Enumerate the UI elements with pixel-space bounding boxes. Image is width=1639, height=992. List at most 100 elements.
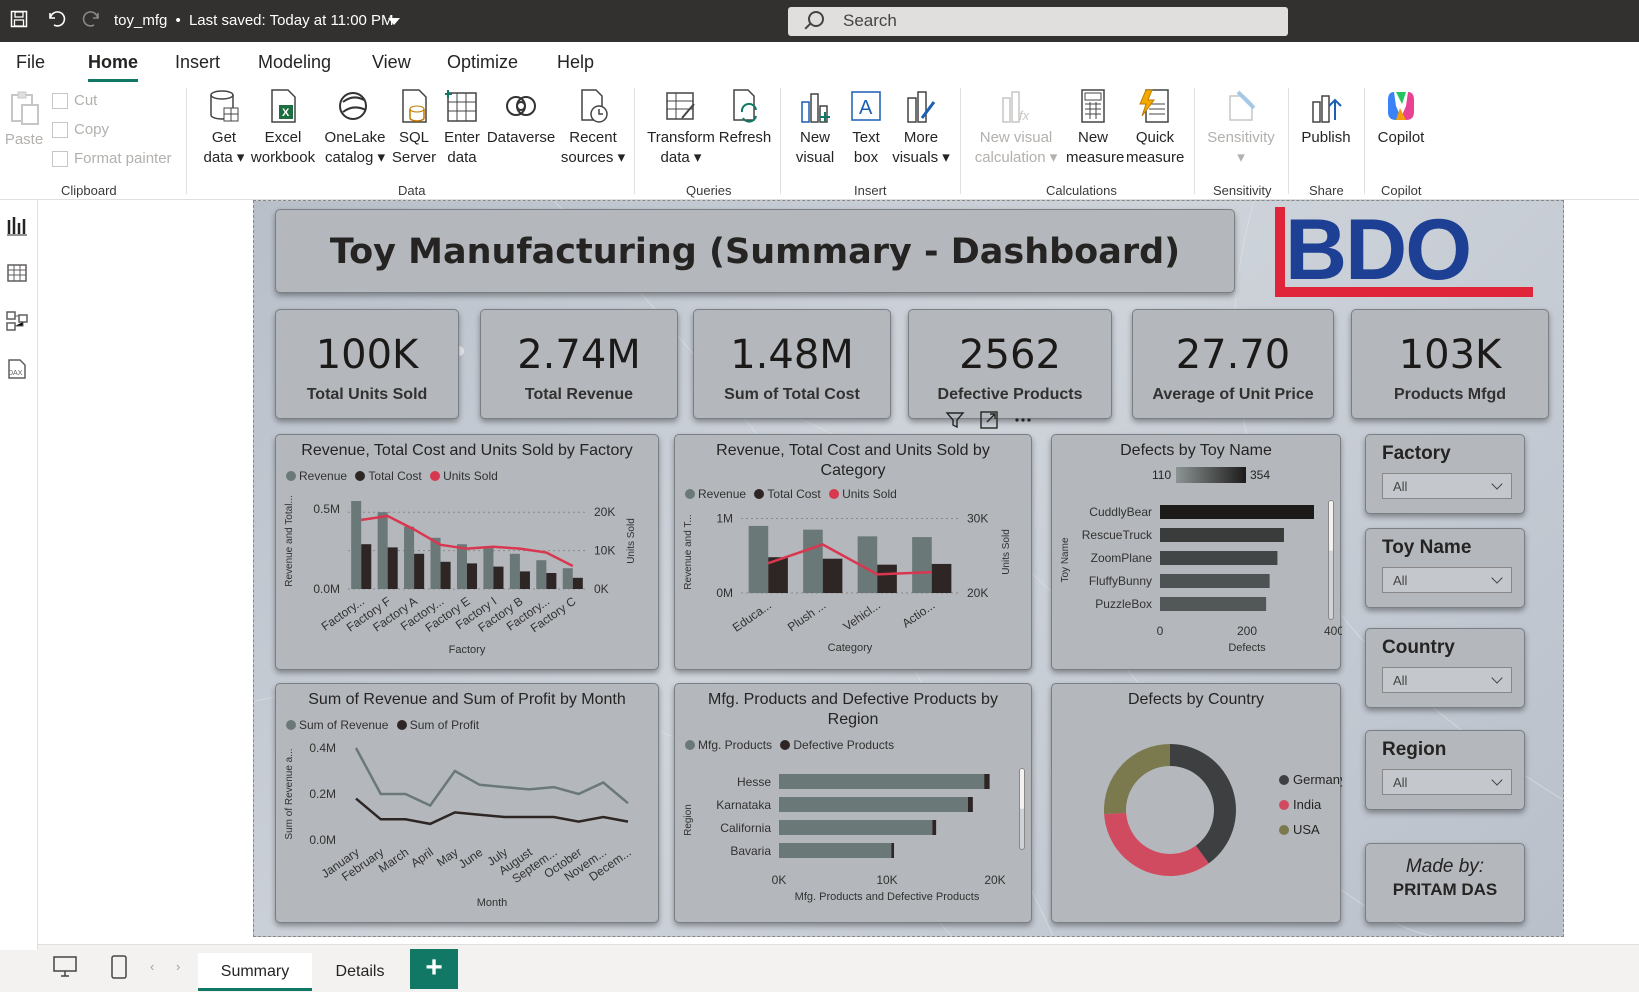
group-divider <box>960 88 961 194</box>
onelake-catalog-button[interactable]: OneLake catalog ▾ <box>322 88 388 168</box>
chart-by-factory[interactable]: Revenue, Total Cost and Units Sold by Fa… <box>275 434 659 670</box>
document-title[interactable]: toy_mfg • Last saved: Today at 11:00 PM <box>114 12 394 29</box>
dax-query-view-icon[interactable]: DAX <box>6 358 28 380</box>
revenue-bar <box>509 553 520 589</box>
table-view-icon[interactable] <box>6 262 28 284</box>
focus-mode-icon[interactable] <box>979 410 999 435</box>
new-visual-icon <box>798 88 832 124</box>
quick-measure-icon <box>1138 88 1172 124</box>
y-axis-title: Revenue and T... <box>683 514 694 589</box>
file-name: toy_mfg <box>114 12 168 29</box>
factory-dropdown[interactable]: All <box>1382 473 1512 499</box>
new-visual-calc-label-1: New visual <box>979 129 1053 146</box>
slicer-factory[interactable]: Factory All <box>1365 434 1525 514</box>
excel-workbook-button[interactable]: X Excel workbook <box>250 88 316 168</box>
x-tick-label: April <box>408 845 436 870</box>
desktop-layout-icon[interactable] <box>52 955 78 984</box>
mfg-products-bar <box>779 820 933 835</box>
search-box[interactable]: Search <box>788 7 1288 36</box>
slicer-region[interactable]: Region All <box>1365 730 1525 810</box>
publish-button[interactable]: Publish <box>1296 88 1356 148</box>
kpi-value: 1.48M <box>730 332 854 378</box>
cost-bar <box>440 561 451 589</box>
model-view-icon[interactable] <box>6 310 28 332</box>
filter-icon[interactable] <box>945 410 965 435</box>
chart-by-category[interactable]: Revenue, Total Cost and Units Sold by Ca… <box>674 434 1032 670</box>
sql-server-button[interactable]: SQL Server <box>390 88 438 168</box>
y-axis-title: Region <box>683 804 694 836</box>
transform-data-button[interactable]: Transform data ▾ <box>646 88 716 168</box>
kpi-label: Total Units Sold <box>306 386 428 403</box>
more-options-icon[interactable] <box>1013 410 1033 435</box>
paste-button: Paste <box>4 90 44 150</box>
mobile-layout-icon[interactable] <box>110 954 128 985</box>
sensitivity-icon <box>1224 88 1258 124</box>
enter-data-label-1: Enter <box>444 129 480 146</box>
get-data-button[interactable]: Get data ▾ <box>196 88 252 168</box>
tab-modeling[interactable]: Modeling <box>258 52 331 73</box>
profit-line <box>355 797 629 826</box>
kpi-defective-products: 2562 Defective Products <box>908 309 1112 419</box>
slicer-toy-name[interactable]: Toy Name All <box>1365 528 1525 608</box>
chart-by-region[interactable]: Mfg. Products and Defective Products by … <box>674 683 1032 923</box>
copilot-label: Copilot <box>1377 129 1425 146</box>
kpi-label: Products Mfgd <box>1394 386 1506 403</box>
made-by-label: Made by: <box>1405 856 1485 877</box>
x-tick-label: 400 <box>1324 624 1342 638</box>
tab-insert[interactable]: Insert <box>175 52 220 73</box>
text-box-button[interactable]: A Text box <box>844 88 888 168</box>
kpi-products-mfgd: 103K Products Mfgd <box>1351 309 1549 419</box>
tab-view[interactable]: View <box>372 52 411 73</box>
page-tab-details[interactable]: Details <box>312 953 408 991</box>
report-view-icon[interactable] <box>6 214 28 236</box>
dataverse-label: Dataverse <box>486 129 556 146</box>
region-dropdown[interactable]: All <box>1382 769 1512 795</box>
toy-name-dropdown[interactable]: All <box>1382 567 1512 593</box>
next-page-icon[interactable]: › <box>176 959 180 974</box>
slicer-country[interactable]: Country All <box>1365 628 1525 708</box>
recent-sources-icon <box>576 88 610 124</box>
enter-data-button[interactable]: Enter data <box>440 88 484 168</box>
tab-optimize[interactable]: Optimize <box>447 52 518 73</box>
slicer-title: Region <box>1382 739 1447 760</box>
x-axis-title: Defects <box>1228 642 1266 654</box>
y-tick-label: California <box>720 821 771 835</box>
onelake-icon <box>338 88 372 124</box>
title-dropdown-icon[interactable] <box>388 18 400 25</box>
cost-bar <box>467 563 478 589</box>
paste-icon <box>7 90 41 126</box>
refresh-button[interactable]: Refresh <box>716 88 774 148</box>
new-visual-button[interactable]: New visual <box>792 88 838 168</box>
y-axis-title: Sum of Revenue a... <box>284 748 295 839</box>
previous-page-icon[interactable]: ‹ <box>150 959 154 974</box>
excel-icon: X <box>266 88 300 124</box>
tab-home[interactable]: Home <box>88 52 139 82</box>
more-visuals-label-2: visuals <box>892 149 939 166</box>
copilot-button[interactable]: Copilot <box>1370 88 1432 148</box>
quick-measure-button[interactable]: Quick measure <box>1126 88 1184 168</box>
x-tick-label: 10K <box>876 873 897 887</box>
tab-file[interactable]: File <box>16 52 45 73</box>
mfg-products-bar <box>779 843 892 858</box>
country-dropdown[interactable]: All <box>1382 667 1512 693</box>
tab-help[interactable]: Help <box>557 52 594 73</box>
legend-label: Germany <box>1293 772 1342 787</box>
publish-icon <box>1309 88 1343 124</box>
add-page-button[interactable]: + <box>410 949 458 989</box>
group-divider <box>634 88 635 194</box>
undo-icon[interactable] <box>46 10 66 33</box>
new-measure-button[interactable]: New measure <box>1066 88 1124 168</box>
page-tab-summary[interactable]: Summary <box>198 953 312 991</box>
chart-defects-by-country[interactable]: Defects by Country Germany India USA <box>1051 683 1342 923</box>
more-visuals-button[interactable]: More visuals ▾ <box>890 88 952 168</box>
copy-label: Copy <box>74 121 110 138</box>
chart-defects-by-toy[interactable]: Defects by Toy Name 110 354 CuddlyBear Re… <box>1051 434 1342 670</box>
save-icon[interactable] <box>10 10 28 33</box>
recent-sources-button[interactable]: Recent sources ▾ <box>560 88 626 168</box>
chart-by-month[interactable]: Sum of Revenue and Sum of Profit by Mont… <box>275 683 659 923</box>
slicer-title: Toy Name <box>1382 537 1472 558</box>
revenue-bar <box>456 544 467 589</box>
dataverse-button[interactable]: Dataverse <box>486 88 556 148</box>
defects-bar <box>1160 505 1314 519</box>
y-tick-label: 0.4M <box>309 741 336 755</box>
